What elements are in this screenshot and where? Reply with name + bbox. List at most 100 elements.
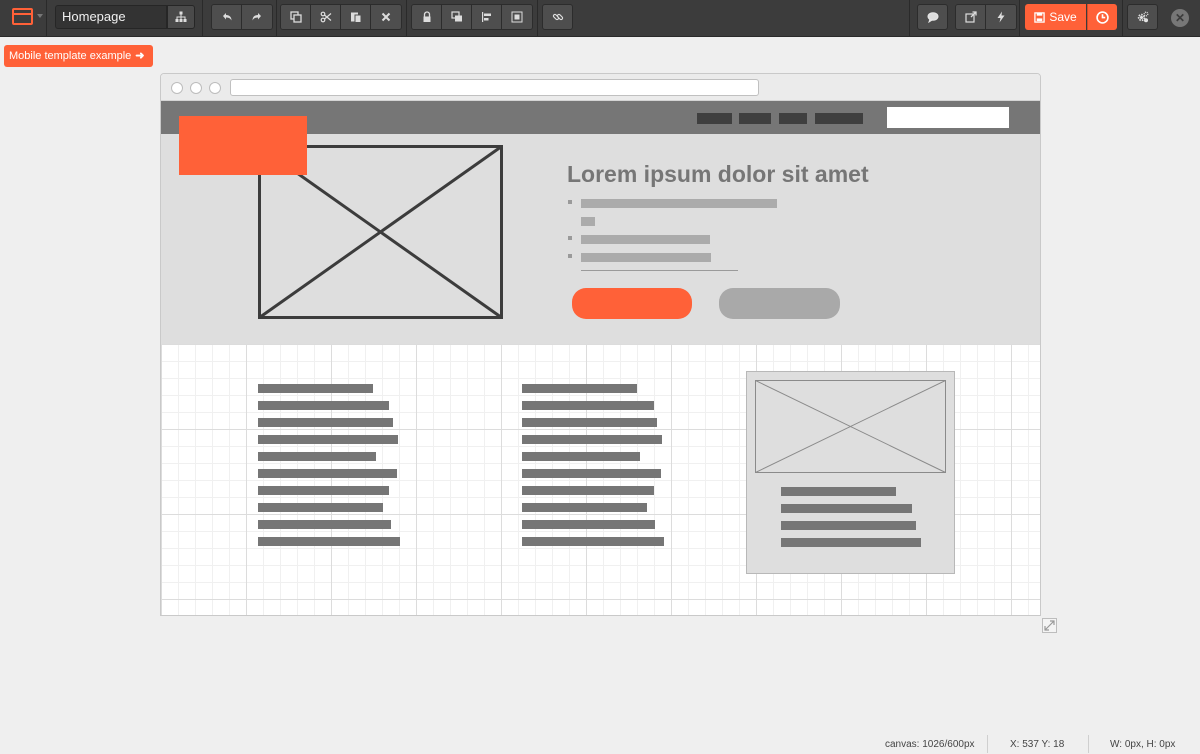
wireframe-card[interactable]: [746, 371, 955, 574]
page-selector[interactable]: Homepage: [55, 5, 167, 29]
close-icon[interactable]: ✕: [1171, 9, 1189, 27]
app-menu-caret-icon[interactable]: [37, 14, 43, 18]
app-window-icon[interactable]: [12, 8, 33, 25]
text-line: [581, 253, 711, 262]
template-tag-button[interactable]: Mobile template example ➜: [4, 45, 153, 67]
text-line: [781, 504, 912, 513]
comments-button[interactable]: [917, 4, 948, 30]
text-line: [522, 469, 661, 478]
toolbar-divider: [537, 0, 538, 37]
nav-item[interactable]: [779, 113, 807, 124]
paste-button[interactable]: [341, 5, 371, 29]
history-group: [211, 4, 273, 30]
undo-icon: [222, 13, 231, 21]
wireframe-primary-button[interactable]: [572, 288, 692, 319]
lightning-icon: [997, 11, 1005, 23]
window-dot-icon: [190, 82, 202, 94]
text-line: [581, 235, 710, 244]
text-line: [581, 217, 595, 226]
clock-icon: [1096, 10, 1109, 24]
undo-button[interactable]: [212, 5, 242, 29]
toolbar-divider: [46, 0, 47, 37]
lock-button[interactable]: [412, 5, 442, 29]
preview-button[interactable]: [956, 5, 986, 29]
group-button[interactable]: [502, 5, 532, 29]
wireframe-logo-block[interactable]: [179, 116, 307, 175]
floppy-disk-icon: [1034, 11, 1046, 23]
text-line: [258, 384, 373, 393]
text-line: [522, 384, 637, 393]
text-line: [522, 452, 640, 461]
group-icon: [511, 11, 523, 23]
preview-group: [955, 4, 1017, 30]
toolbar-divider: [202, 0, 203, 37]
nav-item[interactable]: [815, 113, 863, 124]
text-line: [522, 435, 662, 444]
canvas-browser-frame[interactable]: Lorem ipsum dolor sit amet: [160, 73, 1041, 616]
quick-preview-button[interactable]: [986, 5, 1016, 29]
list-bullet: [568, 236, 572, 240]
save-button[interactable]: Save: [1025, 4, 1086, 30]
align-button[interactable]: [472, 5, 502, 29]
lock-icon: [423, 11, 430, 22]
toolbar-divider: [406, 0, 407, 37]
text-line: [781, 538, 921, 547]
wireframe-secondary-button[interactable]: [719, 288, 840, 319]
text-line: [781, 487, 896, 496]
text-line: [258, 418, 393, 427]
top-toolbar: Homepage Save ✕: [0, 0, 1200, 37]
duplicate-icon: [289, 11, 302, 23]
text-line: [522, 401, 654, 410]
divider-line: [581, 270, 738, 271]
status-divider: [987, 735, 988, 753]
text-line: [522, 520, 655, 529]
arrange-button[interactable]: [442, 5, 472, 29]
link-button[interactable]: [542, 4, 573, 30]
url-bar[interactable]: [230, 79, 759, 96]
window-dot-icon: [209, 82, 221, 94]
text-line: [522, 537, 664, 546]
cut-button[interactable]: [311, 5, 341, 29]
duplicate-button[interactable]: [281, 5, 311, 29]
selection-size-status: W: 0px, H: 0px: [1110, 739, 1176, 750]
nav-item[interactable]: [739, 113, 771, 124]
comment-bubble-icon: [927, 12, 938, 23]
content-grid-section[interactable]: [161, 344, 1040, 615]
paste-icon: [350, 12, 361, 23]
card-image-placeholder[interactable]: [755, 380, 946, 473]
template-tag-label: Mobile template example: [9, 50, 132, 62]
text-line: [522, 486, 654, 495]
text-line: [258, 452, 376, 461]
status-divider: [1088, 735, 1089, 753]
delete-button[interactable]: [371, 5, 401, 29]
text-line: [781, 521, 916, 530]
text-line: [258, 503, 383, 512]
redo-button[interactable]: [242, 5, 272, 29]
hero-title[interactable]: Lorem ipsum dolor sit amet: [567, 161, 869, 188]
text-line: [581, 199, 777, 208]
list-bullet: [568, 200, 572, 204]
text-line: [258, 520, 391, 529]
text-line: [258, 469, 397, 478]
text-line: [522, 418, 657, 427]
canvas-size-status: canvas: 1026/600px: [885, 739, 975, 750]
text-line: [258, 537, 400, 546]
nav-search-box[interactable]: [887, 107, 1009, 128]
window-dot-icon: [171, 82, 183, 94]
expand-arrows-icon: [1044, 620, 1055, 631]
delete-x-icon: [381, 12, 391, 22]
redo-icon: [252, 13, 261, 21]
history-button[interactable]: [1087, 4, 1117, 30]
save-label: Save: [1049, 10, 1077, 24]
resize-canvas-icon[interactable]: [1042, 618, 1057, 633]
text-line: [258, 486, 389, 495]
gears-icon: [1137, 11, 1148, 23]
text-line: [258, 401, 389, 410]
list-bullet: [568, 254, 572, 258]
sitemap-button[interactable]: [167, 5, 195, 29]
bring-forward-icon: [450, 11, 462, 22]
toolbar-divider: [909, 0, 910, 37]
nav-item[interactable]: [697, 113, 732, 124]
scissors-icon: [320, 11, 331, 23]
settings-button[interactable]: [1127, 4, 1158, 30]
